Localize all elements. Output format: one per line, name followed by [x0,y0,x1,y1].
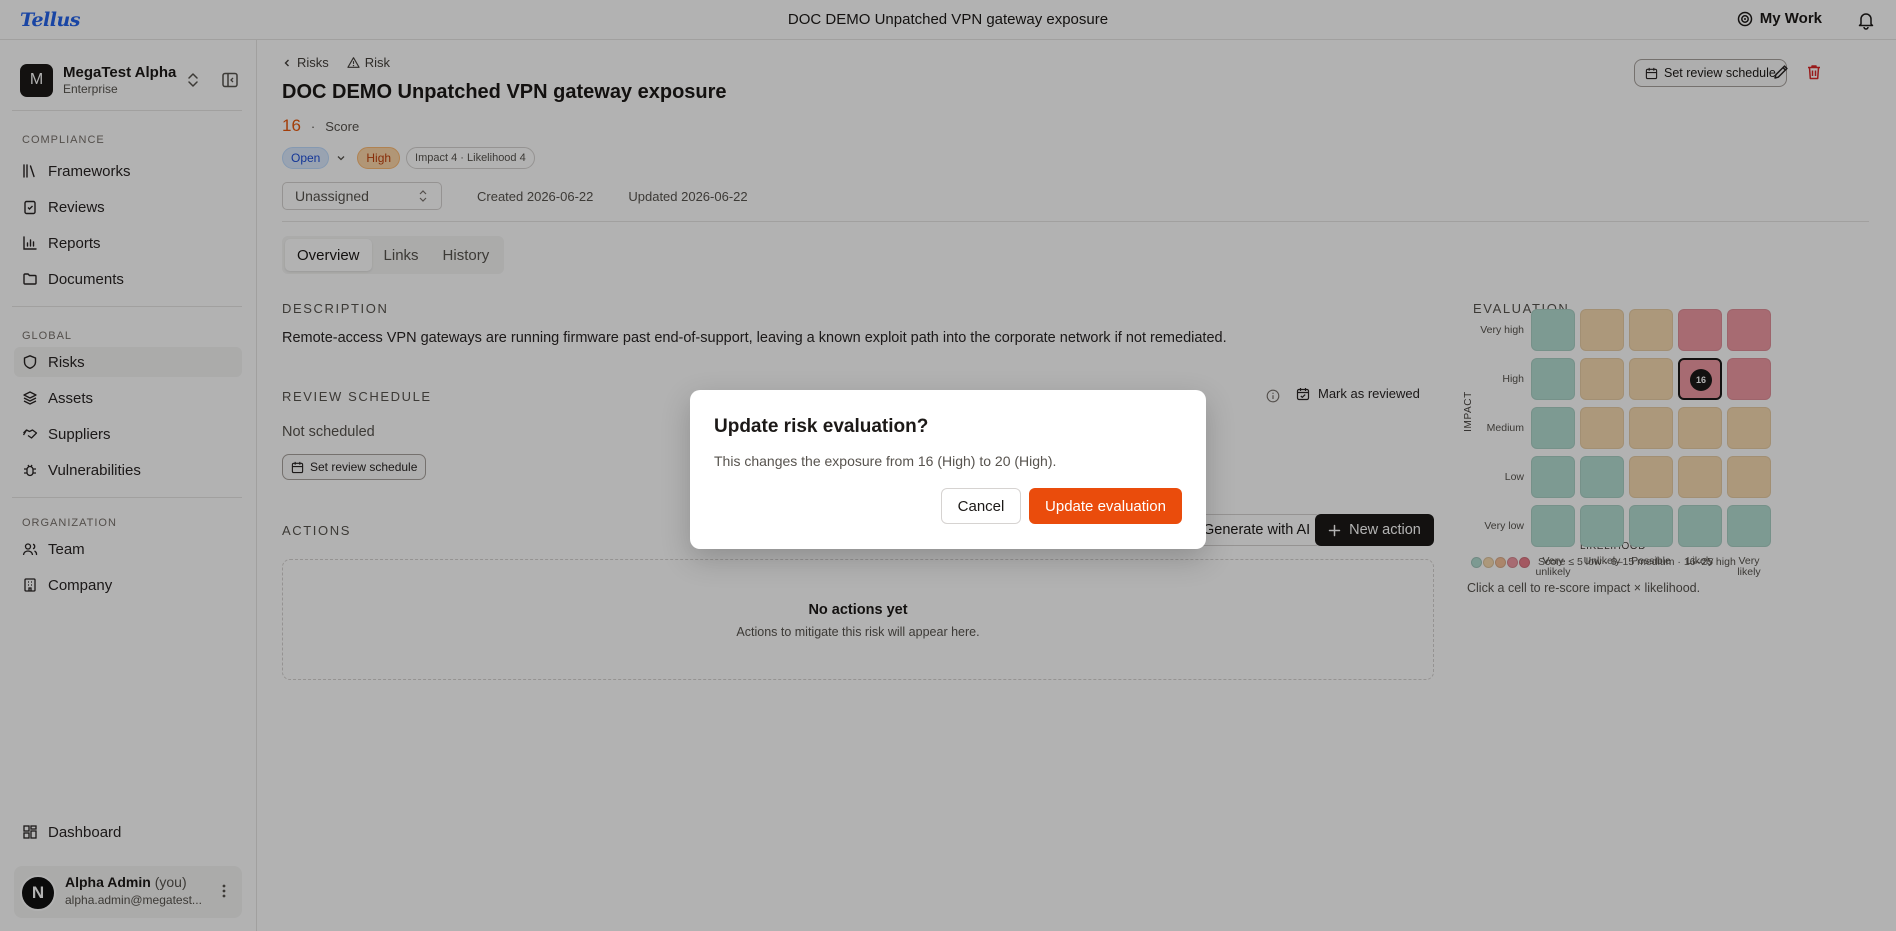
cancel-button[interactable]: Cancel [941,488,1021,524]
update-evaluation-button[interactable]: Update evaluation [1029,488,1182,524]
dialog-body: This changes the exposure from 16 (High)… [714,453,1057,469]
dialog-title: Update risk evaluation? [714,416,929,437]
update-evaluation-dialog: Update risk evaluation? This changes the… [690,390,1206,549]
